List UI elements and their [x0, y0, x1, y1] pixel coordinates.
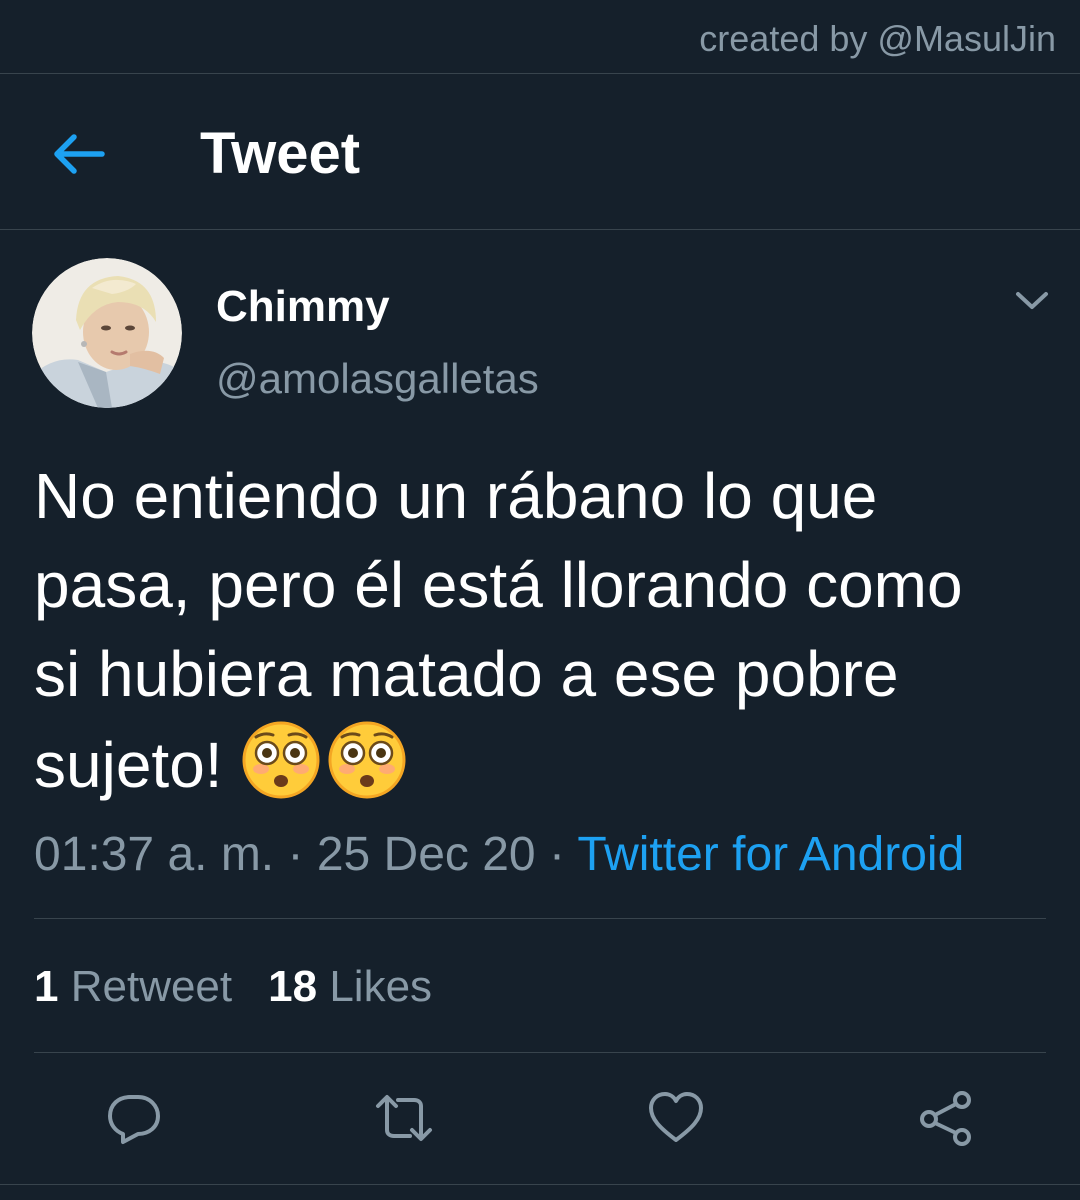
watermark-credit: created by @MasulJin — [699, 18, 1056, 59]
likes-count: 18 — [268, 962, 318, 1011]
tweet-metadata: 01:37 a. m. · 25 Dec 20 · Twitter for An… — [34, 826, 964, 884]
retweet-button[interactable] — [374, 1088, 434, 1148]
tweet-source-link[interactable]: Twitter for Android — [577, 828, 964, 881]
retweets-label: Retweet — [70, 962, 233, 1011]
back-button[interactable] — [44, 126, 110, 182]
reply-icon — [108, 1095, 160, 1144]
meta-separator: · — [548, 828, 565, 881]
share-icon — [920, 1091, 971, 1146]
author-display-name[interactable]: Chimmy — [216, 282, 390, 332]
retweets-stat[interactable]: 1 Retweet — [34, 960, 232, 1014]
flushed-face-emoji — [240, 719, 322, 801]
chevron-down-icon — [1016, 292, 1048, 309]
likes-stat[interactable]: 18 Likes — [268, 960, 432, 1014]
flushed-face-emoji — [326, 719, 408, 801]
tweet-text-line: si hubiera matado a ese pobre — [34, 638, 899, 710]
avatar[interactable] — [32, 258, 182, 408]
tweet-time: 01:37 a. m. — [34, 828, 275, 881]
top-app-bar: Tweet — [0, 74, 1080, 230]
like-icon — [649, 1092, 703, 1142]
meta-separator: · — [287, 828, 304, 881]
reply-button[interactable] — [104, 1088, 164, 1148]
tweet-text-line: No entiendo un rábano lo que — [34, 460, 878, 532]
tweet-date: 25 Dec 20 — [316, 828, 536, 881]
retweets-count: 1 — [34, 962, 59, 1011]
share-button[interactable] — [916, 1088, 976, 1148]
divider — [0, 1184, 1080, 1185]
tweet-text-line: pasa, pero él está llorando como — [34, 549, 963, 621]
tweet-text-line: sujeto! — [34, 729, 223, 801]
tweet-text: No entiendo un rábano lo que pasa, pero … — [34, 452, 1064, 810]
tweet-stats: 1 Retweet 18 Likes — [34, 960, 432, 1014]
watermark-bar: created by @MasulJin — [0, 0, 1080, 74]
likes-label: Likes — [329, 962, 433, 1011]
retweet-icon — [376, 1095, 432, 1141]
page-title: Tweet — [200, 121, 361, 186]
user-avatar-photo — [32, 258, 182, 408]
author-handle[interactable]: @amolasgalletas — [216, 354, 539, 404]
divider — [34, 1052, 1046, 1053]
tweet-menu-button[interactable] — [1010, 282, 1054, 318]
arrow-left-icon — [54, 134, 105, 174]
divider — [34, 918, 1046, 919]
like-button[interactable] — [646, 1088, 706, 1148]
